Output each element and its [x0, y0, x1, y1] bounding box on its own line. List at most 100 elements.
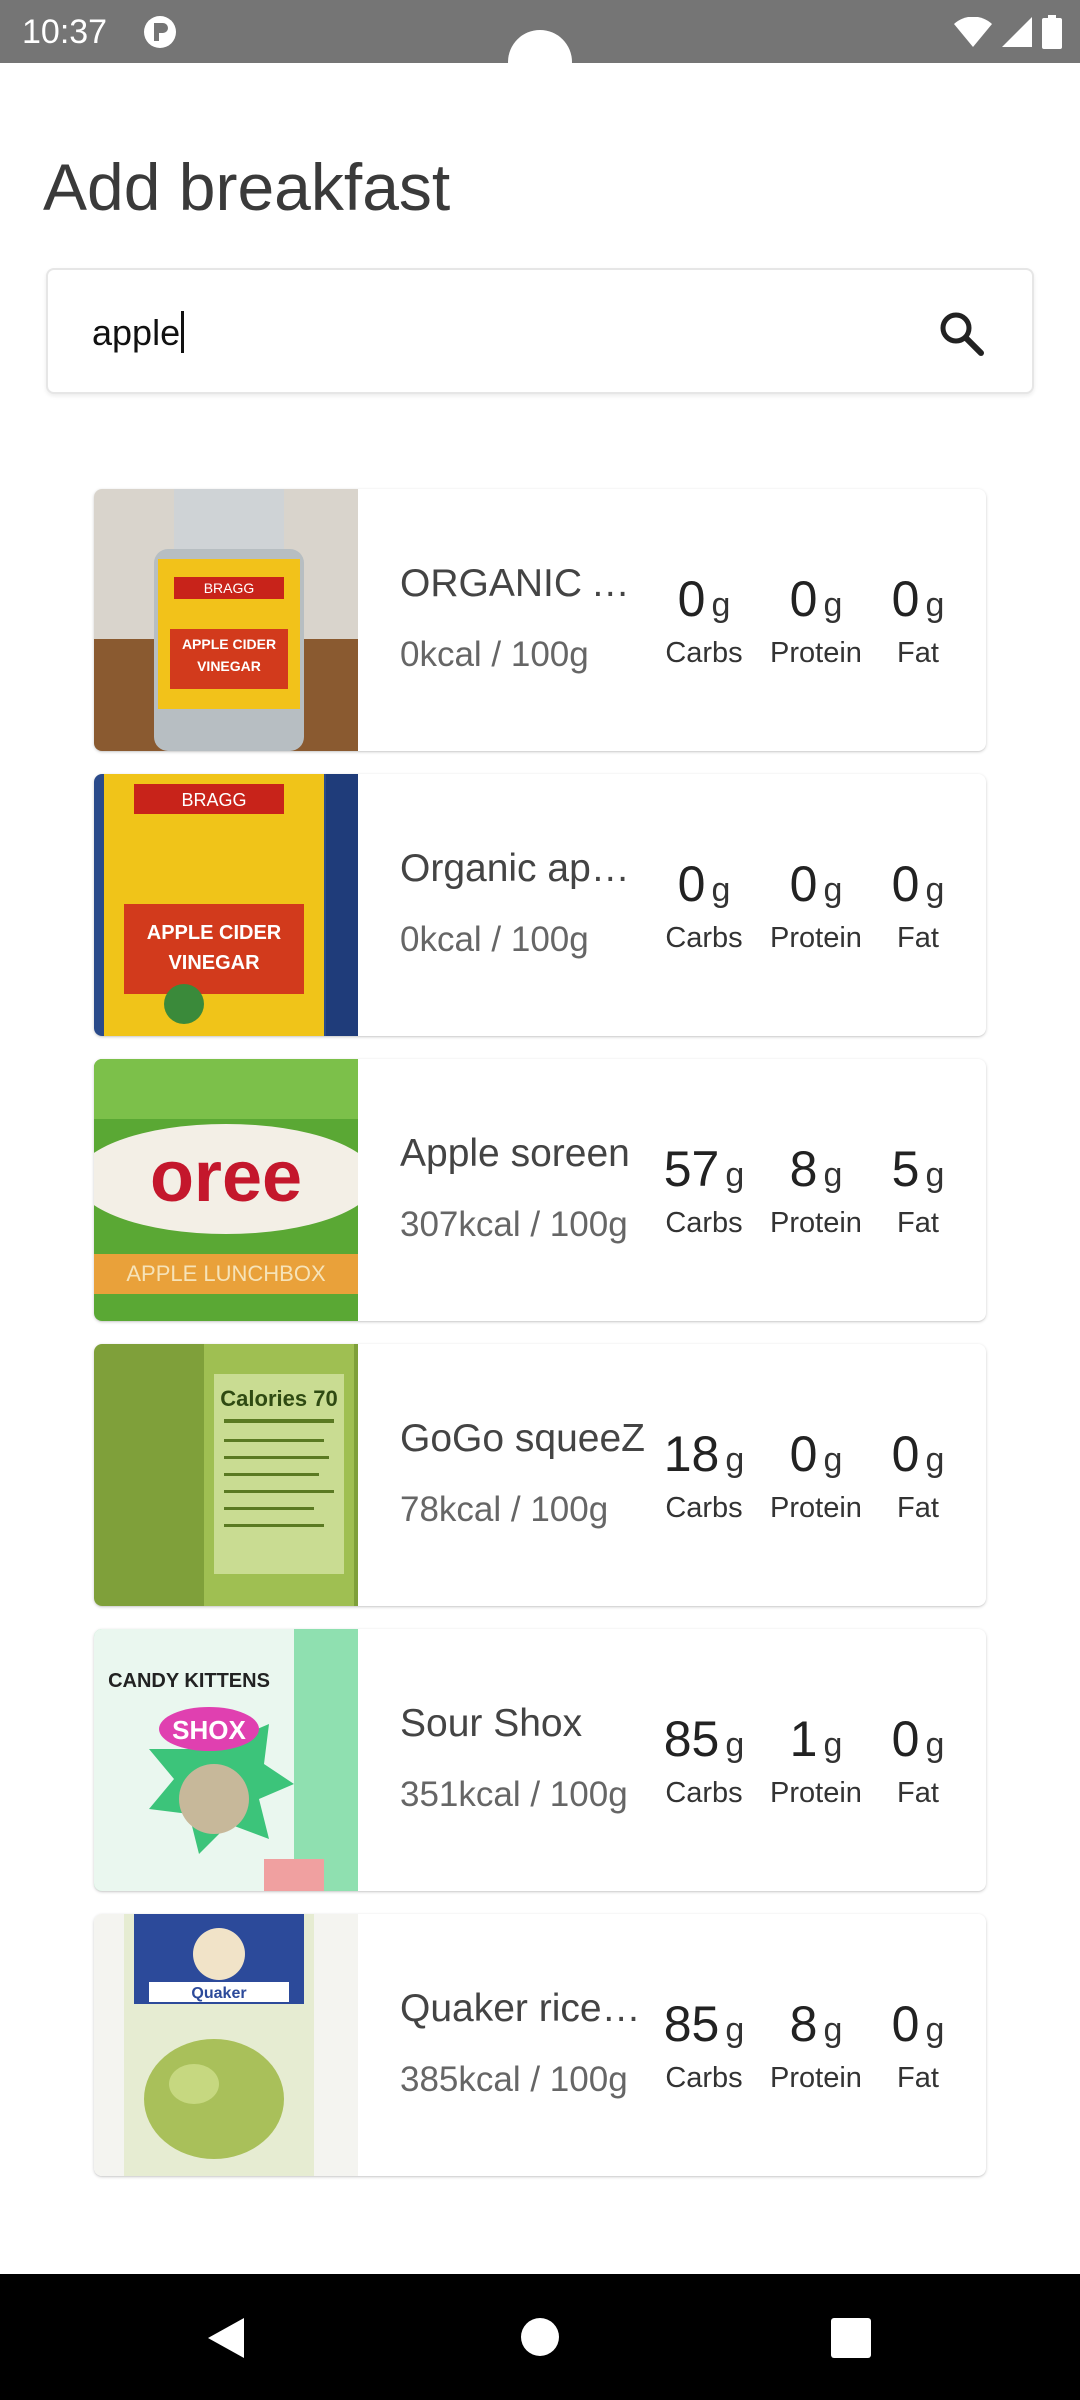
food-image: BRAGG APPLE CIDER VINEGAR: [94, 774, 358, 1036]
svg-text:APPLE LUNCHBOX: APPLE LUNCHBOX: [126, 1261, 326, 1286]
carbs-label: Carbs: [665, 1777, 743, 1809]
svg-text:oree: oree: [150, 1137, 302, 1217]
protein-label: Protein: [770, 1492, 862, 1524]
carbs-value: 0: [677, 856, 706, 912]
carbs-label: Carbs: [665, 1492, 743, 1524]
macros: 0g Carbs 0g Protein 0g Fat: [649, 856, 979, 966]
food-kcal: 0kcal / 100g: [400, 920, 589, 959]
svg-text:BRAGG: BRAGG: [181, 790, 246, 810]
svg-text:APPLE CIDER: APPLE CIDER: [147, 922, 282, 944]
svg-text:APPLE CIDER: APPLE CIDER: [182, 636, 276, 652]
macro-protein: 0g Protein: [761, 856, 871, 956]
macro-carbs: 85 g Carbs: [649, 1996, 759, 2096]
fat-value: 0: [891, 856, 920, 912]
page-title: Add breakfast: [43, 150, 451, 225]
navigation-bar: [0, 2274, 1080, 2400]
carbs-unit: g: [725, 1156, 745, 1194]
svg-text:CANDY KITTENS: CANDY KITTENS: [108, 1670, 270, 1692]
protein-unit: g: [823, 586, 843, 624]
macro-carbs: 0g Carbs: [649, 856, 759, 956]
macros: 18 g Carbs 0g Protein 0g Fat: [649, 1426, 979, 1536]
status-time: 10:37: [22, 13, 108, 51]
macro-fat: 0g Fat: [863, 1711, 973, 1811]
carbs-unit: g: [725, 1441, 745, 1479]
carbs-value: 57: [663, 1141, 720, 1197]
svg-text:BRAGG: BRAGG: [204, 580, 255, 596]
protein-label: Protein: [770, 922, 862, 954]
fat-unit: g: [925, 586, 945, 624]
fat-label: Fat: [897, 1777, 939, 1809]
macro-protein: 1g Protein: [761, 1711, 871, 1811]
macro-protein: 0g Protein: [761, 571, 871, 671]
food-kcal: 351kcal / 100g: [400, 1775, 628, 1814]
svg-text:SHOX: SHOX: [172, 1715, 246, 1745]
search-icon[interactable]: [936, 308, 986, 358]
fat-value: 0: [891, 571, 920, 627]
food-item[interactable]: BRAGG APPLE CIDER VINEGAR ORGANIC APPLE …: [94, 489, 986, 751]
svg-text:Quaker: Quaker: [191, 1985, 246, 2002]
fat-label: Fat: [897, 1207, 939, 1239]
fat-label: Fat: [897, 1492, 939, 1524]
protein-unit: g: [823, 1156, 843, 1194]
macro-carbs: 57 g Carbs: [649, 1141, 759, 1241]
fat-unit: g: [925, 1441, 945, 1479]
protein-label: Protein: [770, 1207, 862, 1239]
search-box[interactable]: apple: [46, 268, 1034, 394]
food-item[interactable]: Calories 70 GoGo squeeZ 78kcal / 100g 18…: [94, 1344, 986, 1606]
protein-unit: g: [823, 1726, 843, 1764]
food-name: Organic apple cider vinegar: [400, 847, 650, 890]
fat-unit: g: [925, 871, 945, 909]
food-name: ORGANIC APPLE CIDER VINEGAR: [400, 562, 650, 605]
food-image: oree APPLE LUNCHBOX: [94, 1059, 358, 1321]
macro-fat: 0g Fat: [863, 856, 973, 956]
carbs-value: 85: [663, 1996, 720, 2052]
food-item[interactable]: oree APPLE LUNCHBOX Apple soreen 307kcal…: [94, 1059, 986, 1321]
food-name: Apple soreen: [400, 1132, 630, 1175]
macro-fat: 5g Fat: [863, 1141, 973, 1241]
food-image: BRAGG APPLE CIDER VINEGAR: [94, 489, 358, 751]
macro-carbs: 0g Carbs: [649, 571, 759, 671]
food-item[interactable]: CANDY KITTENS SHOX Sour Shox 351kcal / 1…: [94, 1629, 986, 1891]
search-input[interactable]: apple: [92, 308, 185, 358]
carbs-label: Carbs: [665, 2062, 743, 2094]
macro-carbs: 85 g Carbs: [649, 1711, 759, 1811]
protein-value: 0: [789, 1426, 818, 1482]
carbs-value: 0: [677, 571, 706, 627]
food-image: Quaker: [94, 1914, 358, 2176]
food-item[interactable]: Quaker Quaker rice cakes 385kcal / 100g …: [94, 1914, 986, 2176]
fat-label: Fat: [897, 2062, 939, 2094]
fat-value: 0: [891, 1996, 920, 2052]
recent-apps-icon[interactable]: [831, 2318, 871, 2358]
food-item[interactable]: BRAGG APPLE CIDER VINEGAR Organic apple …: [94, 774, 986, 1036]
back-icon[interactable]: [204, 2316, 248, 2360]
protein-label: Protein: [770, 637, 862, 669]
macro-protein: 8g Protein: [761, 1141, 871, 1241]
protein-unit: g: [823, 1441, 843, 1479]
fat-unit: g: [925, 2011, 945, 2049]
macro-carbs: 18 g Carbs: [649, 1426, 759, 1526]
fat-unit: g: [925, 1156, 945, 1194]
protein-unit: g: [823, 871, 843, 909]
carbs-unit: g: [711, 586, 731, 624]
carbs-value: 18: [663, 1426, 720, 1482]
text-cursor: [181, 311, 185, 353]
macros: 85 g Carbs 1g Protein 0g Fat: [649, 1711, 979, 1821]
protein-value: 8: [789, 1996, 818, 2052]
carbs-label: Carbs: [665, 1207, 743, 1239]
protein-value: 1: [789, 1711, 818, 1767]
food-kcal: 0kcal / 100g: [400, 635, 589, 674]
food-image: CANDY KITTENS SHOX: [94, 1629, 358, 1891]
macros: 0g Carbs 0g Protein 0g Fat: [649, 571, 979, 681]
protein-label: Protein: [770, 2062, 862, 2094]
fat-label: Fat: [897, 637, 939, 669]
home-icon[interactable]: [521, 2318, 559, 2356]
svg-text:Calories 70: Calories 70: [220, 1386, 337, 1411]
food-kcal: 385kcal / 100g: [400, 2060, 628, 2099]
macro-fat: 0g Fat: [863, 1426, 973, 1526]
carbs-unit: g: [725, 1726, 745, 1764]
macros: 85 g Carbs 8g Protein 0g Fat: [649, 1996, 979, 2106]
app-notification-icon: [144, 16, 176, 48]
protein-label: Protein: [770, 1777, 862, 1809]
carbs-unit: g: [711, 871, 731, 909]
protein-value: 8: [789, 1141, 818, 1197]
